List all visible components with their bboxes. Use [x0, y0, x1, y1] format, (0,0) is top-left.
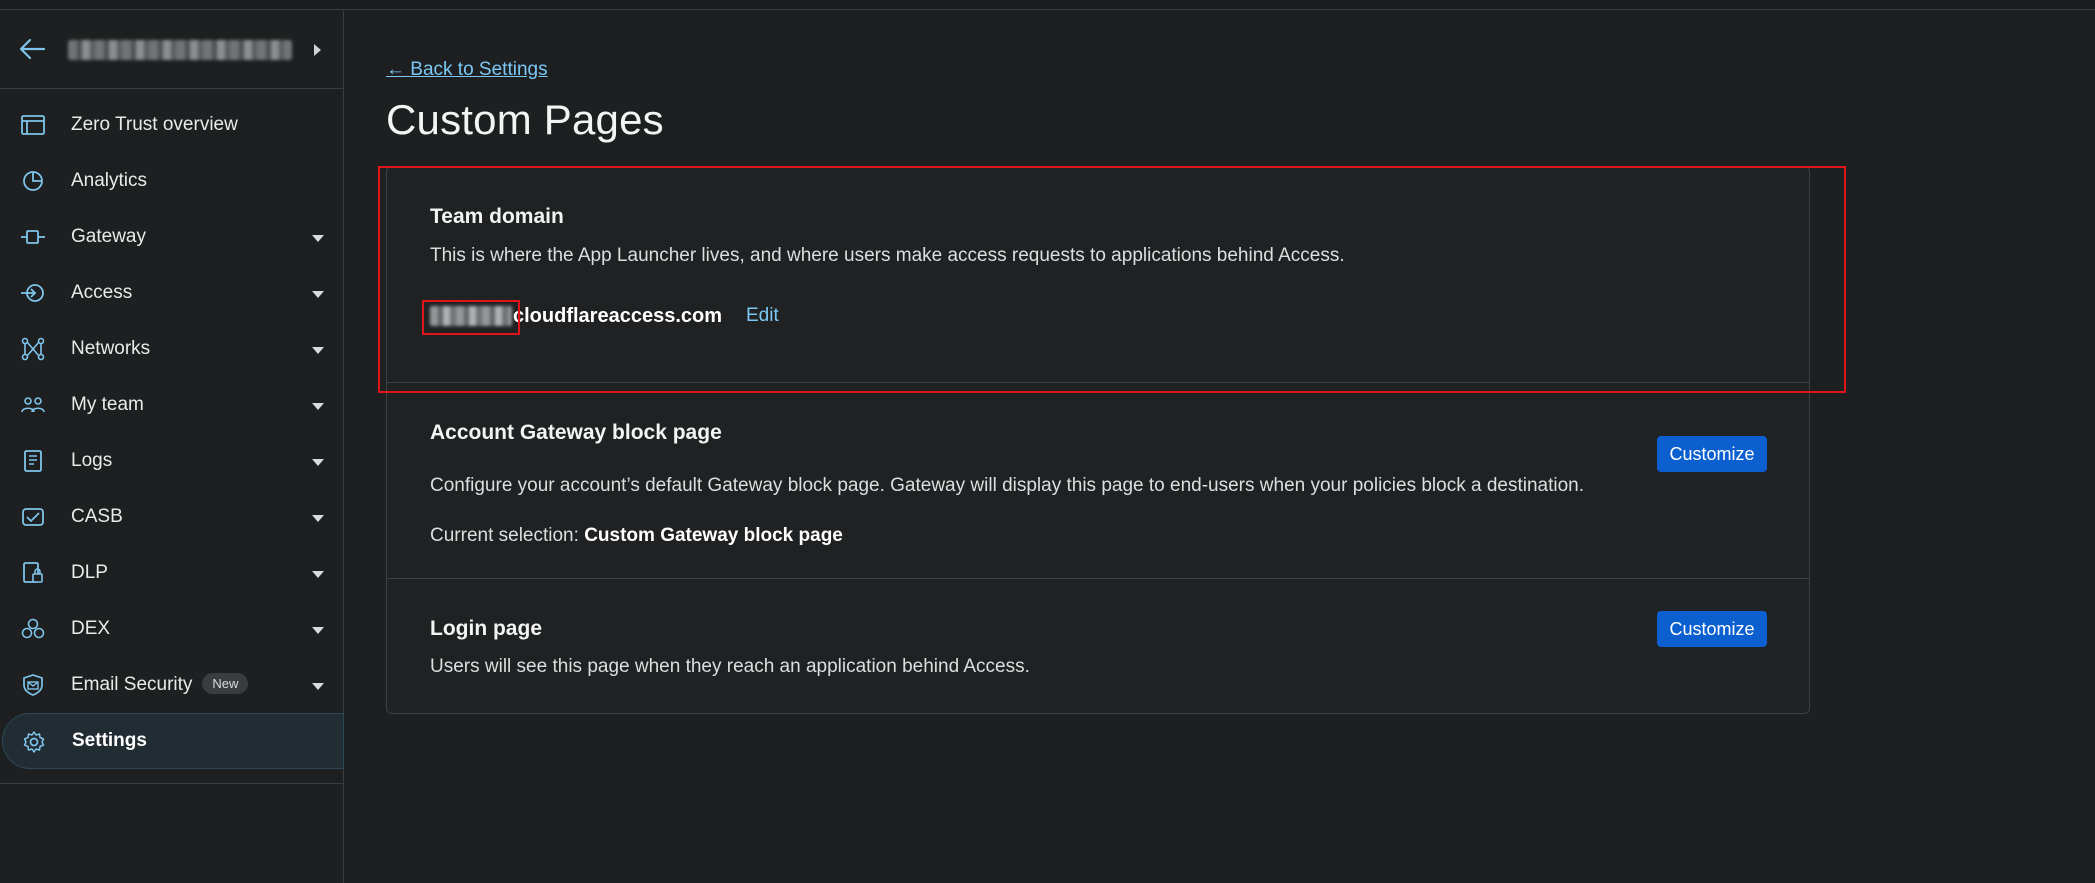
sidebar-item-label: Gateway: [71, 226, 146, 247]
casb-icon: [22, 508, 44, 526]
current-selection-label: Current selection:: [430, 525, 585, 546]
sidebar-item-settings[interactable]: Settings: [2, 713, 344, 769]
sidebar-item-my-team[interactable]: My team: [0, 377, 343, 433]
logs-icon: [24, 450, 42, 472]
chevron-down-icon[interactable]: [312, 571, 324, 578]
account-switcher[interactable]: [0, 11, 343, 89]
sidebar-item-label: Networks: [71, 338, 151, 359]
sidebar: Zero Trust overview Analytics Gateway Ac: [0, 11, 344, 883]
dex-icon: [21, 618, 45, 639]
chevron-down-icon[interactable]: [312, 515, 324, 522]
team-domain-description: This is where the App Launcher lives, an…: [430, 245, 1345, 266]
chevron-right-icon[interactable]: [314, 44, 321, 56]
custom-pages-card: Team domain This is where the App Launch…: [386, 166, 1810, 714]
chevron-down-icon[interactable]: [312, 683, 324, 690]
team-domain-section: Team domain This is where the App Launch…: [387, 167, 1809, 383]
current-selection: Current selection: Custom Gateway block …: [430, 525, 843, 547]
edit-team-domain-link[interactable]: Edit: [746, 305, 779, 327]
account-name-redacted[interactable]: [68, 40, 292, 60]
team-domain-title: Team domain: [430, 205, 564, 228]
team-domain-text: cloudflareaccess.com: [513, 304, 722, 327]
back-to-settings-link[interactable]: ← Back to Settings: [386, 59, 548, 81]
gear-icon: [23, 731, 45, 753]
chevron-down-icon[interactable]: [312, 291, 324, 298]
email-security-icon: [23, 674, 43, 696]
network-icon: [21, 337, 45, 361]
team-domain-value: cloudflareaccess.com Edit: [430, 303, 779, 329]
email-security-label: Email Security: [71, 674, 193, 695]
current-selection-value: Custom Gateway block page: [584, 525, 843, 546]
login-page-section: Login page Users will see this page when…: [387, 579, 1809, 715]
customize-gateway-block-button[interactable]: Customize: [1657, 436, 1767, 472]
gateway-block-page-title: Account Gateway block page: [430, 421, 722, 444]
sidebar-item-casb[interactable]: CASB: [0, 489, 343, 545]
sidebar-item-label: Settings: [72, 730, 147, 751]
chevron-down-icon[interactable]: [312, 347, 324, 354]
new-badge: New: [202, 673, 249, 694]
sidebar-item-label: Access: [71, 282, 133, 303]
chevron-down-icon[interactable]: [312, 403, 324, 410]
login-page-title: Login page: [430, 617, 542, 640]
sidebar-item-label: DEX: [71, 618, 111, 639]
login-page-description: Users will see this page when they reach…: [430, 656, 1030, 677]
sidebar-item-analytics[interactable]: Analytics: [0, 153, 343, 209]
dlp-icon: [23, 562, 43, 583]
sidebar-divider: [0, 783, 344, 784]
chevron-down-icon[interactable]: [312, 235, 324, 242]
sidebar-item-networks[interactable]: Networks: [0, 321, 343, 377]
chevron-down-icon[interactable]: [312, 459, 324, 466]
sidebar-item-gateway[interactable]: Gateway: [0, 209, 343, 265]
sidebar-item-email-security[interactable]: Email Security New: [0, 657, 343, 713]
sidebar-item-label: CASB: [71, 506, 123, 527]
chevron-down-icon[interactable]: [312, 627, 324, 634]
sidebar-nav: Zero Trust overview Analytics Gateway Ac: [0, 89, 344, 769]
sidebar-item-label: Analytics: [71, 170, 148, 191]
sidebar-item-label: My team: [71, 394, 144, 415]
sidebar-item-dlp[interactable]: DLP: [0, 545, 343, 601]
sidebar-item-access[interactable]: Access: [0, 265, 343, 321]
main-content: ← Back to Settings Custom Pages Team dom…: [386, 0, 2086, 883]
people-icon: [21, 397, 45, 413]
sidebar-item-label: DLP: [71, 562, 108, 583]
sidebar-item-label: Email Security New: [71, 673, 249, 696]
gateway-icon: [21, 230, 45, 244]
pie-chart-icon: [23, 171, 43, 191]
browser-window-icon: [21, 115, 45, 135]
sidebar-item-label: Zero Trust overview: [71, 114, 238, 135]
gateway-block-page-description: Configure your account’s default Gateway…: [430, 475, 1585, 496]
customize-login-page-button[interactable]: Customize: [1657, 611, 1767, 647]
back-arrow-icon[interactable]: [18, 37, 46, 61]
redacted-subdomain: [430, 306, 512, 326]
sidebar-item-logs[interactable]: Logs: [0, 433, 343, 489]
sidebar-item-label: Logs: [71, 450, 113, 471]
sidebar-item-dex[interactable]: DEX: [0, 601, 343, 657]
sidebar-item-zero-trust-overview[interactable]: Zero Trust overview: [0, 97, 343, 153]
access-icon: [21, 284, 44, 302]
gateway-block-page-section: Account Gateway block page Configure you…: [387, 383, 1809, 579]
page-title: Custom Pages: [386, 96, 664, 143]
